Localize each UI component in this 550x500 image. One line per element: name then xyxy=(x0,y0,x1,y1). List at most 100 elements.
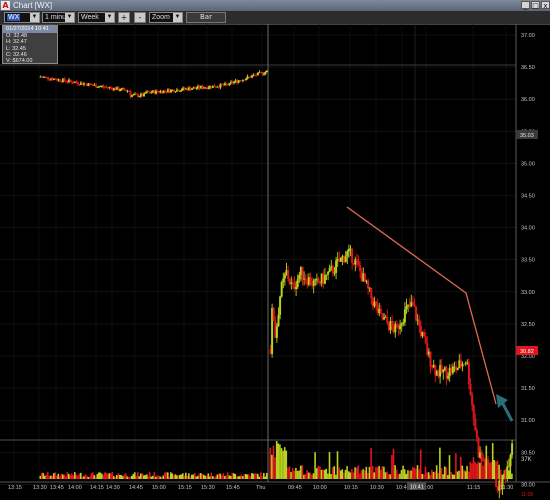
candle xyxy=(405,306,408,310)
volume-bar xyxy=(255,473,258,479)
candle xyxy=(325,274,328,276)
time-tick-label: 13:45 xyxy=(50,485,64,491)
candle xyxy=(475,430,478,438)
candle xyxy=(295,287,298,290)
volume-axis-label: 37K xyxy=(521,457,532,463)
candle xyxy=(65,80,67,82)
volume-bar xyxy=(168,476,171,479)
volume-bar xyxy=(77,475,79,479)
volume-bar xyxy=(501,474,504,479)
candle xyxy=(207,87,210,89)
candle xyxy=(77,82,79,85)
volume-bar xyxy=(83,476,85,479)
volume-bar xyxy=(102,474,105,479)
volume-bar xyxy=(288,466,291,479)
candle xyxy=(469,383,472,395)
volume-bar xyxy=(195,476,198,479)
volume-bar xyxy=(56,475,58,479)
volume-bar xyxy=(411,466,414,479)
volume-bar xyxy=(287,467,289,479)
volume-bar xyxy=(257,473,259,479)
candle xyxy=(429,351,432,367)
price-tick-label: 34.50 xyxy=(521,194,535,200)
volume-bar xyxy=(182,473,184,479)
candle xyxy=(400,323,403,326)
volume-bar xyxy=(475,463,478,479)
volume-bar xyxy=(395,469,398,479)
price-axis-ticks: 37.0036.5036.0035.5035.0034.5034.0033.50… xyxy=(521,33,535,488)
price-tick-label: 32.50 xyxy=(521,322,535,328)
volume-bar xyxy=(354,467,356,479)
volume-bar xyxy=(113,476,115,479)
volume-bar xyxy=(119,475,121,479)
candle xyxy=(344,256,347,263)
candle xyxy=(191,88,193,90)
price-tick-label: 36.50 xyxy=(521,65,535,71)
candle xyxy=(456,367,459,371)
volume-bar xyxy=(137,472,139,479)
candle xyxy=(304,278,307,280)
volume-bar xyxy=(498,464,500,479)
volume-bar xyxy=(504,468,507,479)
price-chart[interactable]: 37.0036.5036.0035.5035.0034.5034.0033.50… xyxy=(0,0,550,500)
volume-bar xyxy=(150,476,153,479)
candle xyxy=(69,79,72,82)
volume-bar xyxy=(48,476,51,479)
volume-bar xyxy=(144,475,147,479)
volume-bar xyxy=(141,473,144,479)
volume-bar xyxy=(456,471,459,479)
volume-bar xyxy=(185,472,187,479)
candle xyxy=(233,81,235,84)
candle xyxy=(173,89,175,92)
volume-bar xyxy=(365,466,368,479)
candle xyxy=(266,70,268,73)
volume-bar xyxy=(482,465,484,479)
volume-bar xyxy=(47,472,49,479)
volume-bar xyxy=(125,473,127,479)
volume-bar xyxy=(439,447,441,479)
volume-bar xyxy=(413,467,416,479)
volume-bar xyxy=(279,444,281,479)
volume-bar xyxy=(322,469,324,479)
volume-bar xyxy=(246,474,249,479)
tooltip-header: 01/27/2014 10:41 xyxy=(3,26,57,33)
volume-bar xyxy=(314,452,316,479)
volume-bar xyxy=(296,470,299,479)
volume-bar xyxy=(442,474,444,479)
volume-bar xyxy=(290,472,292,479)
volume-bar xyxy=(440,468,443,479)
volume-bar xyxy=(131,475,133,479)
volume-bar xyxy=(280,448,283,479)
volume-bar xyxy=(209,476,211,479)
volume-bar xyxy=(194,473,196,479)
candle xyxy=(335,260,338,273)
volume-bar xyxy=(458,470,460,479)
candle xyxy=(213,85,216,87)
volume-bar xyxy=(203,474,205,479)
volume-bar xyxy=(254,473,256,479)
volume-bar xyxy=(315,468,318,479)
candle xyxy=(346,251,349,257)
arrow-icon-shaft xyxy=(500,401,514,422)
candle xyxy=(296,279,299,288)
volume-bar xyxy=(271,454,273,479)
volume-bar xyxy=(68,473,70,479)
volume-bar xyxy=(351,469,353,479)
candle xyxy=(264,72,267,74)
volume-bar xyxy=(207,473,210,479)
volume-bar xyxy=(158,475,160,479)
price-tick-label: 35.00 xyxy=(521,161,535,167)
volume-bar xyxy=(105,472,108,479)
volume-bar xyxy=(272,445,275,479)
volume-bar xyxy=(258,476,261,479)
volume-bar xyxy=(176,475,178,479)
volume-bar xyxy=(225,475,228,479)
volume-bar xyxy=(336,451,339,479)
candle xyxy=(386,317,389,323)
candle xyxy=(399,325,402,330)
time-tick-label: 10:15 xyxy=(344,485,358,491)
volume-bar xyxy=(57,473,60,479)
volume-bar xyxy=(93,475,96,479)
volume-bar xyxy=(459,456,462,479)
volume-bar xyxy=(138,476,141,479)
